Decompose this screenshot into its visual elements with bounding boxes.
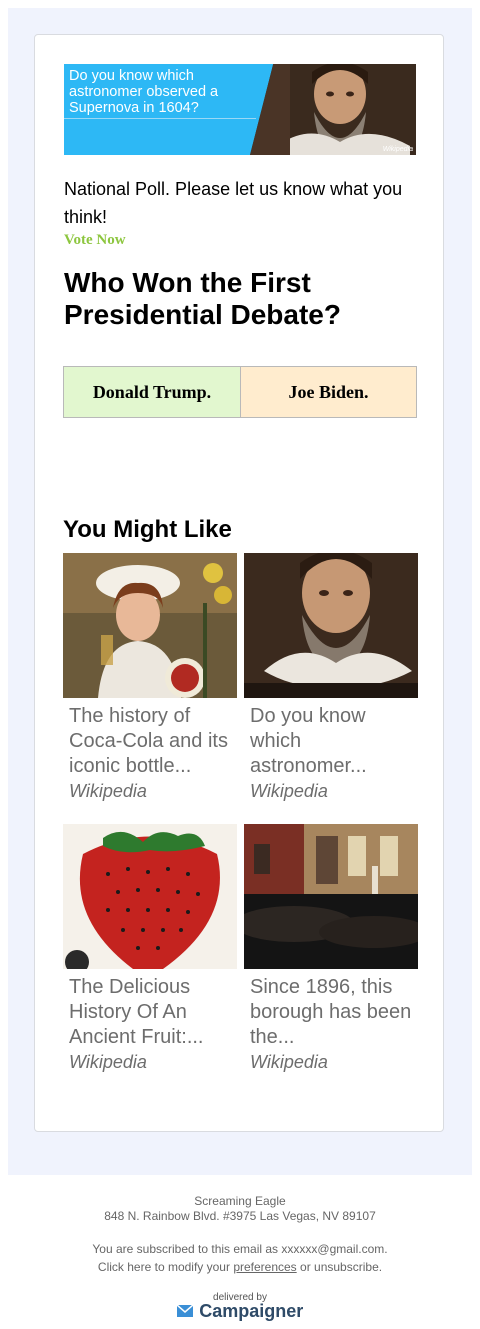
banner-text: Do you know which astronomer observed a … bbox=[69, 68, 219, 116]
banner-ad[interactable]: Do you know which astronomer observed a … bbox=[64, 64, 416, 155]
footer-modify-suffix: or unsubscribe. bbox=[300, 1260, 383, 1274]
recommendation-source: Wikipedia bbox=[250, 781, 328, 801]
banner-source: Wikipedia bbox=[382, 146, 413, 153]
vote-now-link[interactable]: Vote Now bbox=[64, 232, 126, 249]
banner-divider bbox=[64, 118, 256, 119]
delivered-by-logo[interactable]: delivered by Campaigner bbox=[0, 1292, 480, 1322]
recommendations-heading: You Might Like bbox=[63, 516, 232, 543]
choice-trump-button[interactable]: Donald Trump. bbox=[63, 366, 241, 418]
poll-intro: National Poll. Please let us know what y… bbox=[64, 179, 403, 227]
recommendation-source: Wikipedia bbox=[250, 1052, 328, 1072]
recommendation-card[interactable]: The Delicious History Of An Ancient Frui… bbox=[63, 824, 237, 1073]
poll-question: Who Won the First Presidential Debate? bbox=[64, 267, 341, 330]
recommendation-card[interactable]: Do you know which astronomer... Wikipedi… bbox=[244, 553, 418, 802]
coca-cola-image bbox=[63, 553, 237, 698]
envelope-icon bbox=[176, 1304, 194, 1322]
footer-address: 848 N. Rainbow Blvd. #3975 Las Vegas, NV… bbox=[104, 1209, 376, 1223]
campaigner-brand: Campaigner bbox=[199, 1301, 304, 1321]
recommendation-title: The Delicious History Of An Ancient Frui… bbox=[69, 976, 204, 1048]
footer-modify-prefix: Click here to modify your bbox=[97, 1260, 230, 1274]
recommendation-source: Wikipedia bbox=[69, 781, 147, 801]
astronomer-image bbox=[244, 553, 418, 698]
footer-subscribed: You are subscribed to this email as xxxx… bbox=[92, 1242, 388, 1256]
strawberry-image bbox=[63, 824, 237, 969]
choice-biden-button[interactable]: Joe Biden. bbox=[240, 366, 417, 418]
recommendation-title: The history of Coca-Cola and its iconic … bbox=[69, 705, 228, 777]
street-night-image bbox=[244, 824, 418, 969]
banner-astronomer-image: Wikipedia bbox=[250, 64, 416, 155]
recommendation-title: Do you know which astronomer... bbox=[250, 705, 367, 777]
preferences-link[interactable]: preferences bbox=[233, 1260, 296, 1274]
recommendation-title: Since 1896, this borough has been the... bbox=[250, 976, 412, 1048]
recommendation-card[interactable]: The history of Coca-Cola and its iconic … bbox=[63, 553, 237, 802]
footer-company: Screaming Eagle bbox=[194, 1194, 286, 1208]
recommendation-card[interactable]: Since 1896, this borough has been the...… bbox=[244, 824, 418, 1073]
footer-modify: Click here to modify your preferences or… bbox=[0, 1260, 480, 1274]
recommendation-source: Wikipedia bbox=[69, 1052, 147, 1072]
